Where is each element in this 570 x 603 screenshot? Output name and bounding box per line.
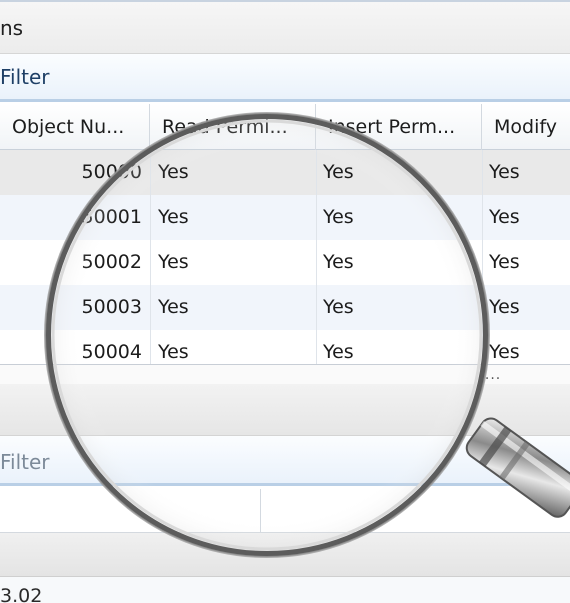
read-permission-cell: Yes <box>158 341 189 363</box>
filter-label[interactable]: Filter <box>0 65 50 89</box>
insert-permission-cell: Yes <box>323 341 354 363</box>
insert-permission-cell: Yes <box>323 296 354 318</box>
column-header-read-permission[interactable]: Read Permi... <box>150 104 316 150</box>
object-number-cell: 50002 <box>81 251 142 273</box>
lower-grid <box>0 489 570 533</box>
modify-permission-cell: Yes <box>489 206 520 228</box>
insert-permission-cell: Yes <box>323 161 354 183</box>
column-header-modify-permission[interactable]: Modify <box>482 104 570 150</box>
read-permission-cell: Yes <box>158 161 189 183</box>
table-row[interactable]: 50003 Yes Yes Yes <box>0 285 570 330</box>
read-permission-cell: Yes <box>158 251 189 273</box>
table-row[interactable]: 50002 Yes Yes Yes <box>0 240 570 285</box>
object-number-cell: 50004 <box>81 341 142 363</box>
grid-header: Object Nu... Read Permi... Insert Perm..… <box>0 104 570 150</box>
column-divider <box>316 150 317 366</box>
lower-pane-footer <box>0 533 570 577</box>
permissions-grid: Object Nu... Read Permi... Insert Perm..… <box>0 104 570 366</box>
column-header-object-number[interactable]: Object Nu... <box>0 104 150 150</box>
modify-permission-cell: Yes <box>489 161 520 183</box>
read-permission-cell: Yes <box>158 296 189 318</box>
column-header-insert-permission[interactable]: Insert Perm... <box>316 104 482 150</box>
column-divider <box>150 150 151 366</box>
window-title: ns <box>0 16 24 40</box>
lower-pane-header <box>0 384 570 436</box>
status-bar: 3.02 <box>0 577 570 603</box>
lower-filter-pane[interactable]: Filter <box>0 436 570 486</box>
insert-permission-cell: Yes <box>323 251 354 273</box>
modify-permission-cell: Yes <box>489 341 520 363</box>
table-row[interactable]: 50001 Yes Yes Yes <box>0 195 570 240</box>
read-permission-cell: Yes <box>158 206 189 228</box>
table-row[interactable]: 50004 Yes Yes Yes <box>0 330 570 366</box>
status-text: 3.02 <box>0 585 43 603</box>
filter-pane[interactable]: Filter <box>0 54 570 102</box>
object-number-cell: 50003 <box>81 296 142 318</box>
more-columns-indicator: ..... <box>474 367 502 383</box>
lower-filter-label[interactable]: Filter <box>0 450 50 474</box>
modify-permission-cell: Yes <box>489 251 520 273</box>
insert-permission-cell: Yes <box>323 206 354 228</box>
object-number-cell: 50000 <box>81 161 142 183</box>
column-divider <box>260 489 261 533</box>
window-title-bar: ns <box>0 0 570 54</box>
grid-scroll-area[interactable]: ..... <box>0 364 570 384</box>
object-number-cell: 50001 <box>81 206 142 228</box>
column-divider <box>482 150 483 366</box>
table-row[interactable]: 50000 Yes Yes Yes <box>0 150 570 195</box>
modify-permission-cell: Yes <box>489 296 520 318</box>
